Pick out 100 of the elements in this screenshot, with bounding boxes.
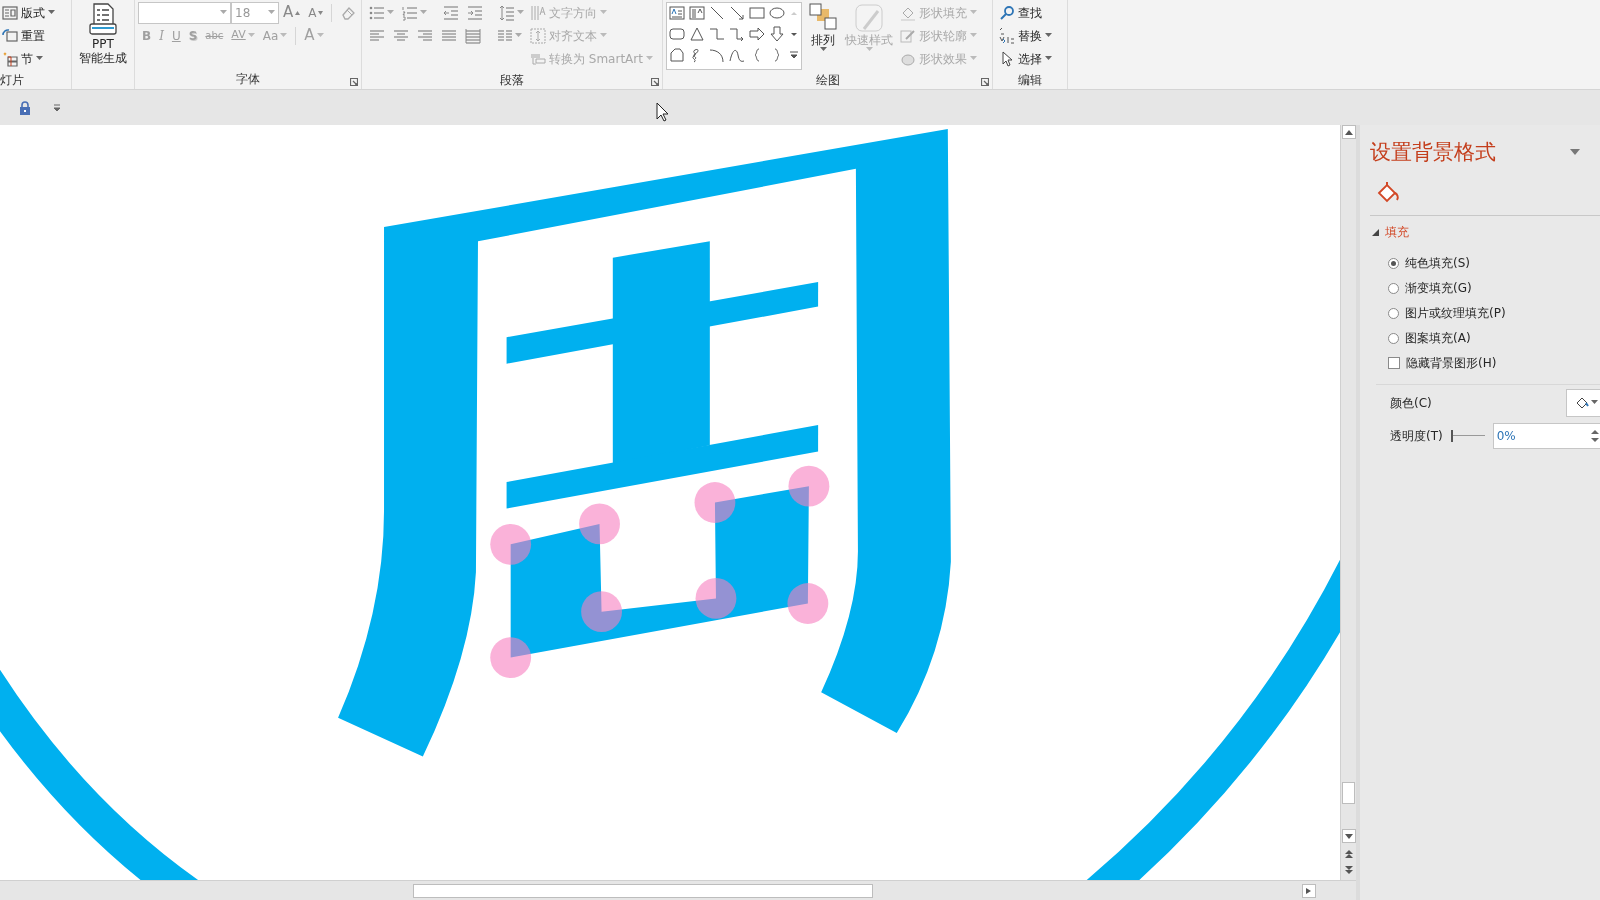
group-label: 灯片 <box>0 71 24 89</box>
box-shape[interactable] <box>510 486 809 658</box>
checkbox[interactable] <box>1388 357 1400 369</box>
slider-thumb[interactable] <box>1450 429 1453 442</box>
scroll-up-icon <box>1344 129 1353 135</box>
edit-point[interactable] <box>490 637 532 678</box>
scroll-down-button[interactable] <box>1341 829 1356 843</box>
dialog-launcher-icon[interactable] <box>651 78 659 86</box>
outdent-icon <box>443 4 459 21</box>
edit-point[interactable] <box>787 583 829 624</box>
expanded-icon <box>1372 228 1379 236</box>
caret-icon <box>316 33 324 38</box>
numbered-list-icon <box>402 4 418 21</box>
caret-icon <box>247 33 255 38</box>
curve-icon[interactable] <box>729 47 745 63</box>
layout-button[interactable]: 版式 <box>0 1 58 24</box>
fill-bucket-icon <box>1575 395 1589 410</box>
edit-point[interactable] <box>579 503 620 545</box>
radio-button[interactable] <box>1388 257 1399 269</box>
grow-font-button[interactable]: A <box>279 1 305 24</box>
replace-button[interactable]: 替换 <box>996 24 1055 47</box>
section-button[interactable]: 节 <box>0 47 58 70</box>
indent-icon <box>467 4 483 21</box>
caret-icon <box>600 10 607 15</box>
vertical-text-box-icon[interactable] <box>689 5 705 21</box>
shrink-font-button[interactable]: A <box>304 1 328 24</box>
arc-icon[interactable] <box>709 47 725 63</box>
align-left-icon <box>369 27 385 44</box>
customize-icon[interactable] <box>53 103 61 112</box>
arrange-button[interactable]: 排列 <box>805 1 841 70</box>
caret-icon <box>517 10 524 15</box>
radio-button[interactable] <box>1388 282 1399 294</box>
color-picker-button[interactable] <box>1566 388 1600 417</box>
elbow-arrow-icon[interactable] <box>729 26 745 42</box>
caret-icon <box>36 56 43 61</box>
caret-icon <box>220 10 227 15</box>
lock-icon[interactable] <box>19 100 31 115</box>
transparency-field[interactable]: 0% <box>1492 422 1600 449</box>
ppt-generate-button[interactable]: PPT 智能生成 <box>75 1 131 69</box>
option-label: 图片或纹理填充(P) <box>1405 305 1506 322</box>
align-center-icon <box>393 27 409 44</box>
next-slide-icon[interactable] <box>1344 865 1353 875</box>
elbow-connector-icon[interactable] <box>709 26 725 42</box>
dialog-launcher-icon[interactable] <box>981 78 989 86</box>
option-label: 渐变填充(G) <box>1405 280 1472 297</box>
scroll-thumb[interactable] <box>413 883 873 898</box>
more-shapes-icon[interactable] <box>789 50 799 60</box>
quick-styles-icon <box>854 3 884 33</box>
fill-bucket-icon[interactable] <box>1376 180 1400 205</box>
arrow-icon[interactable] <box>729 5 745 21</box>
scroll-right-button[interactable] <box>1302 883 1316 898</box>
edit-point[interactable] <box>788 465 830 507</box>
align-text-icon <box>530 27 546 44</box>
previous-slide-icon[interactable] <box>1344 849 1353 859</box>
text-box-icon[interactable] <box>669 5 685 21</box>
edit-point[interactable] <box>490 523 532 565</box>
down-arrow-icon[interactable] <box>769 26 785 42</box>
group-label: 绘图 <box>815 71 840 89</box>
triangle-icon[interactable] <box>689 26 705 42</box>
rounded-rectangle-icon[interactable] <box>669 26 685 42</box>
cursor-icon <box>999 50 1015 67</box>
caret-icon <box>1045 33 1052 38</box>
reset-button[interactable]: 重置 <box>0 24 58 47</box>
line-spacing-icon <box>499 4 515 21</box>
caret-icon <box>645 56 653 61</box>
font-size-field[interactable]: 18 <box>231 1 279 24</box>
oval-icon[interactable] <box>769 5 785 21</box>
field-label: 透明度(T) <box>1390 427 1443 445</box>
align-right-icon <box>417 27 433 44</box>
select-button[interactable]: 选择 <box>996 47 1055 70</box>
edit-point[interactable] <box>581 591 622 633</box>
radio-button[interactable] <box>1388 332 1399 344</box>
edit-point[interactable] <box>695 578 737 619</box>
freeform-icon[interactable] <box>669 47 685 63</box>
distribute-icon <box>465 27 481 44</box>
caret-icon <box>819 47 827 52</box>
right-arrow-icon[interactable] <box>749 26 765 42</box>
dropdown-icon[interactable] <box>1570 148 1580 155</box>
caret-icon <box>48 10 55 15</box>
reset-icon <box>2 27 18 44</box>
group-label: 段落 <box>500 71 524 89</box>
section-header[interactable]: 填充 <box>1372 219 1409 245</box>
find-button[interactable]: 查找 <box>996 1 1055 24</box>
caret-icon <box>515 33 522 38</box>
triangle-icon <box>295 10 301 15</box>
option-label: 隐藏背景图形(H) <box>1406 355 1497 372</box>
bullet-list-icon <box>369 4 385 21</box>
spin-icon <box>1590 428 1599 443</box>
document-icon <box>88 3 118 37</box>
caret-icon <box>970 10 977 15</box>
option-label: 纯色填充(S) <box>1405 255 1470 272</box>
font-name-field[interactable] <box>138 1 231 24</box>
radio-button[interactable] <box>1388 307 1399 319</box>
pane-title: 设置背景格式 <box>1370 139 1496 166</box>
scroll-up-button[interactable] <box>1341 125 1356 139</box>
field-label: 颜色(C) <box>1390 394 1432 412</box>
edit-point[interactable] <box>694 482 736 523</box>
line-icon[interactable] <box>709 5 725 21</box>
dialog-launcher-icon[interactable] <box>350 78 358 86</box>
scroll-thumb[interactable] <box>1342 782 1355 804</box>
